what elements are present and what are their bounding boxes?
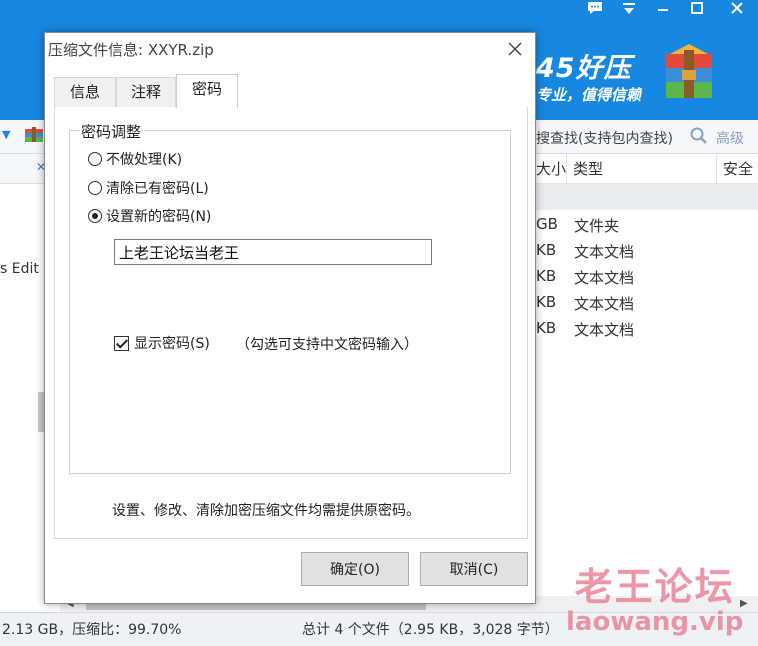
show-password-checkbox[interactable] [114,335,129,351]
brand-logo-text: 45好压 [536,53,632,84]
table-cell-type: 文本文档 [574,269,635,287]
maximize-icon[interactable] [680,0,714,22]
menu-dropdown-icon[interactable] [612,0,646,22]
show-password-label: 显示密码(S) [134,336,210,352]
chat-icon[interactable] [578,0,612,22]
ok-button[interactable]: 确定(O) [301,552,409,586]
search-icon[interactable] [689,126,709,146]
radio-button[interactable] [88,152,102,166]
brand-slogan: 专业，值得信赖 [536,86,642,104]
radio-button-selected[interactable] [88,209,102,223]
chinese-password-hint: （勾选可支持中文密码输入） [236,337,418,353]
option-label: 不做处理(K) [106,152,183,168]
dropdown-arrow-icon[interactable]: ▼ [2,128,10,141]
option-label: 设置新的密码(N) [106,209,212,225]
option-set-new-password[interactable]: 设置新的密码(N) [88,206,211,226]
tab-info[interactable]: 信息 [54,77,116,107]
table-cell-size: KB [536,319,557,337]
table-cell-type: 文本文档 [574,321,635,339]
table-cell-type: 文本文档 [574,243,635,261]
column-header-type[interactable]: 类型 [566,154,716,184]
cancel-button[interactable]: 取消(C) [420,552,528,586]
advanced-search-link[interactable]: 高级 [716,128,744,148]
show-password-checkbox-row[interactable]: 显示密码(S) [114,333,210,353]
folder-tree-item[interactable]: s Edit [0,261,39,277]
table-cell-size: KB [536,293,557,311]
minimize-icon[interactable] [646,0,680,22]
close-icon[interactable] [504,38,526,60]
archive-logo-icon [660,42,718,104]
option-clear-password[interactable]: 清除已有密码(L) [88,178,209,198]
group-title: 密码调整 [80,121,143,142]
archive-small-icon[interactable] [24,126,44,144]
status-file-total: 总计 4 个文件（2.95 KB，3,028 字节） [302,622,559,638]
option-label: 清除已有密码(L) [106,181,209,197]
password-input[interactable] [114,239,432,265]
tab-password[interactable]: 密码 [176,74,238,108]
table-row-selected[interactable] [530,184,758,210]
option-no-change[interactable]: 不做处理(K) [88,149,182,169]
table-cell-size: KB [536,267,557,285]
folder-tree-pane [0,154,46,600]
tab-comment[interactable]: 注释 [116,77,176,107]
table-cell-size: GB [536,215,558,233]
scroll-right-icon[interactable]: ▶ [740,598,748,609]
status-compression-info: 2.13 GB，压缩比：99.70% [2,622,182,638]
close-window-icon[interactable] [720,0,754,22]
search-input[interactable]: 搜查找(支持包内查找) [536,128,673,148]
table-cell-size: KB [536,241,557,259]
table-cell-type: 文本文档 [574,295,635,313]
dialog-title: 压缩文件信息: XXYR.zip [48,41,214,59]
radio-button[interactable] [88,181,102,195]
password-note: 设置、修改、清除加密压缩文件均需提供原密码。 [112,503,420,519]
column-header-security[interactable]: 安全 [716,154,758,184]
table-cell-type: 文件夹 [574,217,620,235]
